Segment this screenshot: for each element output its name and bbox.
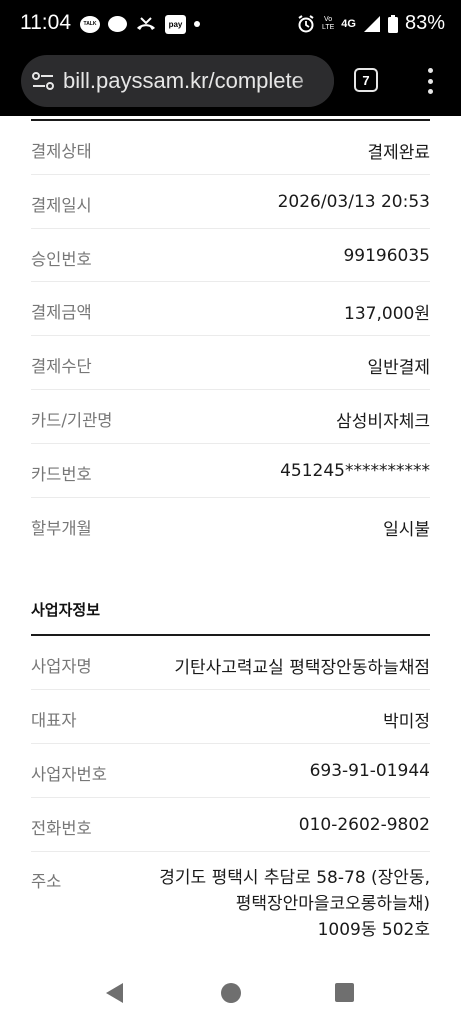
payment-info-list: 결제상태 결제완료 결제일시 2026/03/13 20:53 승인번호 991960… (31, 121, 430, 551)
status-bar: 11:04 TALK pay Vo LTE 4G 83% (0, 0, 461, 50)
payment-row-amount: 결제금액 137,000원 (31, 282, 430, 337)
address-value: 경기도 평택시 추담로 58-78 (장안동, 평택장안마을코오롱하늘채) 10… (159, 867, 430, 940)
business-info-list: 사업자명 기탄사고력교실 평택장안동하늘채점 대표자 박미정 사업자번호 693-91… (31, 636, 430, 942)
payment-row-method: 결제수단 일반결제 (31, 336, 430, 390)
system-nav-bar (0, 968, 461, 1024)
url-text[interactable]: bill.payssam.kr/complete (63, 68, 304, 94)
business-row-address: 주소 경기도 평택시 추담로 58-78 (장안동, 평택장안마을코오롱하늘채)… (31, 852, 430, 943)
receipt-content: 결제상태 결제완료 결제일시 2026/03/13 20:53 승인번호 991960… (31, 116, 430, 943)
address-bar[interactable]: bill.payssam.kr/complete (21, 55, 334, 107)
business-row-registration-number: 사업자번호 693-91-01944 (31, 744, 430, 798)
signal-icon (363, 14, 381, 34)
alarm-icon (297, 14, 315, 34)
message-icon (108, 16, 127, 32)
network-type: 4G (341, 17, 356, 30)
tab-switcher-button[interactable]: 7 (354, 68, 378, 92)
payment-row-installment: 할부개월 일시불 (31, 518, 430, 540)
volte-icon: Vo LTE (321, 15, 335, 31)
missed-call-icon (135, 14, 157, 34)
business-row-phone: 전화번호 010-2602-9802 (31, 798, 430, 852)
site-settings-icon[interactable] (32, 71, 54, 91)
payment-row-datetime: 결제일시 2026/03/13 20:53 (31, 175, 430, 229)
business-row-representative: 대표자 박미정 (31, 690, 430, 744)
payment-row-card-issuer: 카드/기관명 삼성비자체크 (31, 390, 430, 444)
payment-row-approval-number: 승인번호 99196035 (31, 229, 430, 283)
browser-menu-button[interactable] (418, 64, 442, 98)
pay-icon: pay (165, 14, 186, 34)
business-row-name: 사업자명 기탄사고력교실 평택장안동하늘채점 (31, 636, 430, 691)
recent-apps-icon[interactable] (335, 983, 354, 1002)
battery-level: 83% (404, 12, 445, 34)
status-time: 11:04 (20, 11, 71, 34)
back-icon[interactable] (106, 983, 123, 1003)
business-info-title: 사업자정보 (31, 601, 101, 620)
battery-icon (387, 14, 398, 34)
payment-row-card-number: 카드번호 451245********** (31, 444, 430, 498)
notification-dot-icon (194, 21, 200, 27)
home-icon[interactable] (221, 983, 241, 1003)
browser-toolbar: bill.payssam.kr/complete 7 (0, 50, 461, 116)
payment-row-status: 결제상태 결제완료 (31, 121, 430, 175)
kakaotalk-icon: TALK (80, 15, 100, 33)
